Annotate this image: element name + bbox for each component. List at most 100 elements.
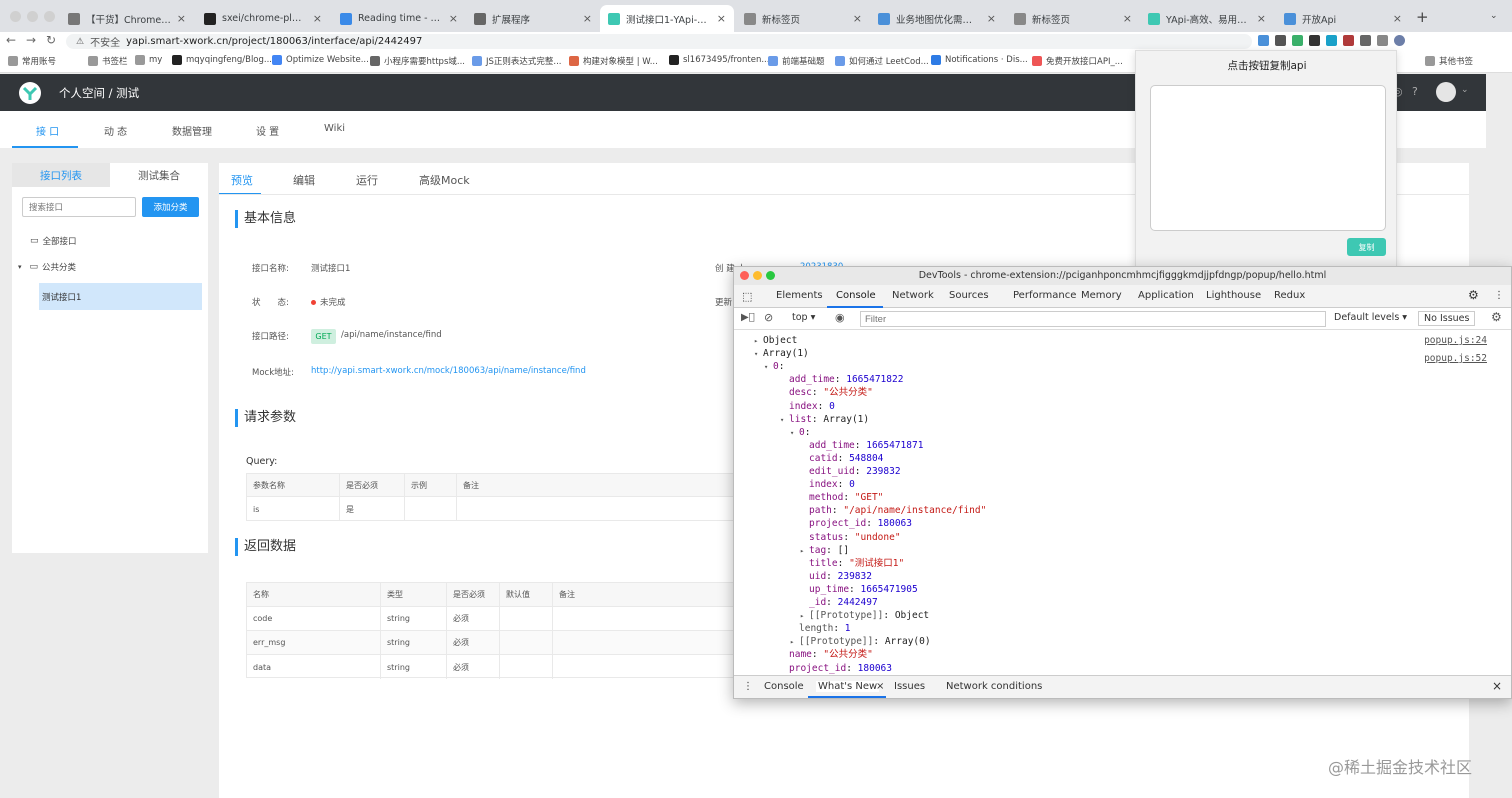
log-levels-select[interactable]: Default levels ▾: [1334, 312, 1407, 323]
source-link[interactable]: popup.js:52: [1424, 352, 1487, 365]
minimize-window-icon[interactable]: [27, 11, 38, 22]
close-tab-icon[interactable]: ×: [313, 12, 322, 25]
caret-down-icon[interactable]: ▾: [764, 361, 773, 374]
yapi-logo[interactable]: [19, 82, 41, 104]
minimize-window-icon[interactable]: [753, 271, 762, 280]
caret-down-icon[interactable]: ▾: [754, 348, 763, 361]
extension-icon[interactable]: [1326, 35, 1337, 46]
caret-down-icon[interactable]: ▾: [780, 414, 789, 427]
add-category-button[interactable]: 添加分类: [142, 197, 199, 217]
eye-icon[interactable]: ◉: [835, 311, 845, 324]
extension-icon[interactable]: [1275, 35, 1286, 46]
browser-tab[interactable]: sxei/chrome-plugin-demo ×: [196, 5, 330, 32]
tab-performance[interactable]: Performance: [1013, 290, 1076, 301]
tab-application[interactable]: Application: [1138, 290, 1194, 301]
browser-tab[interactable]: 新标签页 ×: [736, 5, 870, 32]
browser-tab[interactable]: 【干货】Chrome插件(扩 ×: [60, 5, 194, 32]
close-window-icon[interactable]: [10, 11, 21, 22]
console-line[interactable]: ▸ [[Prototype]]: Object: [800, 609, 929, 623]
bookmark-item[interactable]: mqyqingfeng/Blog...: [172, 55, 272, 65]
console-line[interactable]: project_id: 180063: [800, 517, 912, 530]
close-tab-icon[interactable]: ×: [1123, 12, 1132, 25]
console-line[interactable]: status: "undone": [800, 531, 901, 544]
tab-interface-list[interactable]: 接口列表: [12, 163, 110, 187]
close-tab-icon[interactable]: ×: [1393, 12, 1402, 25]
tab-lighthouse[interactable]: Lighthouse: [1206, 290, 1261, 301]
console-line[interactable]: add_time: 1665471871: [800, 439, 923, 452]
caret-down-icon[interactable]: ▾: [18, 263, 22, 271]
drawer-tab-whats-new[interactable]: What's New: [816, 681, 880, 692]
console-line[interactable]: ▸ [[Prototype]]: Array(0): [790, 635, 931, 649]
console-line[interactable]: project_id: 180063: [780, 662, 892, 675]
close-window-icon[interactable]: [740, 271, 749, 280]
puzzle-icon[interactable]: [1360, 35, 1371, 46]
bookmark-item[interactable]: 书签栏: [88, 55, 128, 67]
close-tab-icon[interactable]: ×: [449, 12, 458, 25]
extension-icon[interactable]: [1343, 35, 1354, 46]
source-link[interactable]: popup.js:24: [1424, 334, 1487, 347]
tree-item-category[interactable]: ▾ ▭ 公共分类: [18, 261, 76, 273]
bookmark-item[interactable]: 免费开放接口API_...: [1032, 55, 1123, 67]
bookmark-item[interactable]: 前端基础题: [768, 55, 825, 67]
tab-redux[interactable]: Redux: [1274, 290, 1305, 301]
browser-tab[interactable]: Reading time - Chrome ×: [332, 5, 466, 32]
back-icon[interactable]: ←: [6, 33, 16, 47]
reload-icon[interactable]: ↻: [46, 33, 56, 47]
browser-tab[interactable]: 开放Api ×: [1276, 5, 1410, 32]
sidebar-toggle-icon[interactable]: ▶⃞: [741, 312, 755, 323]
tab-network[interactable]: Network: [892, 290, 934, 301]
bookmark-item[interactable]: Optimize Website...: [272, 55, 369, 65]
console-line[interactable]: title: "测试接口1": [800, 557, 904, 570]
tab-memory[interactable]: Memory: [1081, 290, 1122, 301]
close-tab-icon[interactable]: ×: [177, 12, 186, 25]
extension-icon[interactable]: [1292, 35, 1303, 46]
clear-console-icon[interactable]: ⊘: [764, 311, 773, 324]
console-line[interactable]: index: 0: [780, 400, 835, 413]
console-line[interactable]: add_time: 1665471822: [780, 373, 903, 386]
tab-data-management[interactable]: 数据管理: [172, 123, 212, 138]
close-tab-icon[interactable]: ×: [1257, 12, 1266, 25]
filter-input[interactable]: [860, 311, 1326, 327]
extension-icon[interactable]: [1309, 35, 1320, 46]
tab-sources[interactable]: Sources: [949, 290, 989, 301]
drawer-tab-console[interactable]: Console: [764, 681, 804, 692]
close-tab-icon[interactable]: ×: [583, 12, 592, 25]
console-line[interactable]: ▸ Object: [754, 334, 797, 348]
console-line[interactable]: edit_uid: 239832: [800, 465, 901, 478]
console-line[interactable]: length: 1: [790, 622, 851, 635]
forward-icon[interactable]: →: [26, 33, 36, 47]
drawer-tab-issues[interactable]: Issues: [894, 681, 925, 692]
bookmark-item[interactable]: 小程序需要https域...: [370, 55, 465, 67]
console-line[interactable]: path: "/api/name/instance/find": [800, 504, 986, 517]
tab-preview[interactable]: 预览: [231, 172, 253, 188]
new-tab-icon[interactable]: +: [1416, 8, 1429, 26]
sidepanel-icon[interactable]: [1377, 35, 1388, 46]
console-output[interactable]: ▸ Object ▾ Array(1) ▾ 0: add_time: 1665471822…: [734, 330, 1511, 675]
close-tab-icon[interactable]: ×: [987, 12, 996, 25]
bookmark-item[interactable]: my: [135, 55, 162, 65]
tab-activity[interactable]: 动 态: [104, 123, 127, 138]
address-input[interactable]: ⚠ 不安全 yapi.smart-xwork.cn/project/180063…: [66, 34, 1252, 49]
popup-textarea[interactable]: [1150, 85, 1386, 231]
bookmark-item[interactable]: 如何通过 LeetCod...: [835, 55, 929, 67]
tab-edit[interactable]: 编辑: [293, 172, 315, 188]
browser-tab[interactable]: YApi-高效、易用、功能强 ×: [1140, 5, 1274, 32]
tab-elements[interactable]: Elements: [776, 290, 823, 301]
search-input[interactable]: [22, 197, 136, 217]
caret-down-icon[interactable]: ▾: [790, 427, 799, 440]
bookmark-item[interactable]: sl1673495/fronten...: [669, 55, 769, 65]
console-line[interactable]: desc: "公共分类": [780, 386, 873, 399]
other-bookmarks[interactable]: 其他书签: [1425, 55, 1473, 67]
caret-right-icon[interactable]: ▸: [790, 636, 799, 649]
console-line[interactable]: catid: 548804: [800, 452, 883, 465]
console-line[interactable]: name: "公共分类": [780, 648, 873, 661]
drawer-tab-network-conditions[interactable]: Network conditions: [946, 681, 1042, 692]
bookmark-item[interactable]: 构建对象模型 | W...: [569, 55, 658, 67]
drawer-menu-icon[interactable]: ⋮: [743, 681, 753, 692]
tab-run[interactable]: 运行: [356, 172, 378, 188]
console-line[interactable]: method: "GET": [800, 491, 883, 504]
browser-tab[interactable]: 新标签页 ×: [1006, 5, 1140, 32]
console-settings-icon[interactable]: ⚙: [1491, 310, 1502, 324]
tab-test-collection[interactable]: 测试集合: [110, 163, 208, 187]
chevron-down-icon[interactable]: ⌄: [1461, 85, 1469, 95]
